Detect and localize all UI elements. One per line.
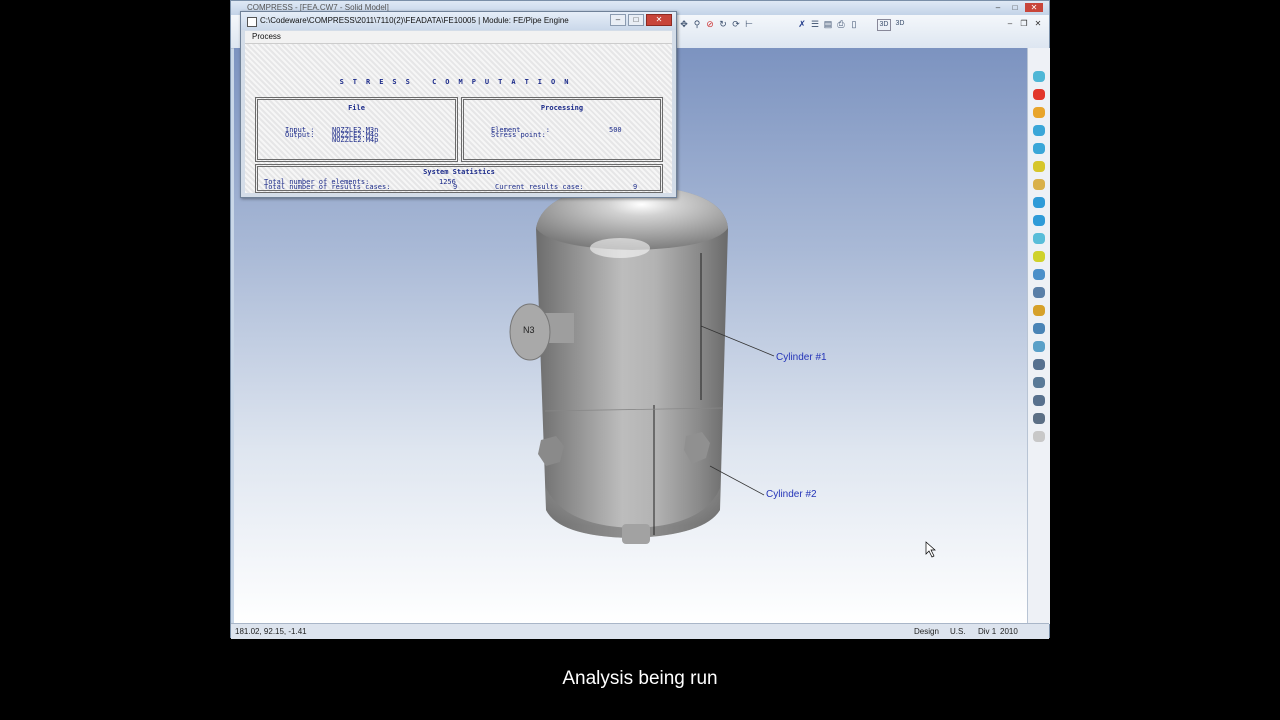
app-close-button[interactable]: ✕: [1025, 3, 1043, 12]
palette-component-icon[interactable]: [1033, 323, 1045, 334]
status-bar: 181.02, 92.15, -1.41 Design U.S. Div 1 2…: [231, 623, 1049, 639]
palette-component-icon[interactable]: [1033, 251, 1045, 262]
list-icon[interactable]: ☰: [810, 19, 820, 29]
callout-cylinder-1[interactable]: Cylinder #1: [776, 352, 827, 363]
palette-component-icon[interactable]: [1033, 413, 1045, 424]
palette-component-icon[interactable]: [1033, 107, 1045, 118]
app-window-controls: – □ ✕: [991, 3, 1043, 12]
element-value: 500: [609, 126, 622, 134]
palette-component-icon[interactable]: [1033, 377, 1045, 388]
current-case-value: 9: [633, 183, 638, 191]
dialog-heading: STRESS COMPUTATION: [339, 78, 578, 86]
file-panel: File Input : NOZZLE2.M3n Output: NOZZLE2…: [255, 97, 458, 162]
dialog-menu-bar: Process: [245, 31, 672, 44]
palette-component-icon[interactable]: [1033, 125, 1045, 136]
processing-panel: Processing Element : 500 Stress point:: [461, 97, 663, 162]
axis-icon[interactable]: ⊢: [744, 19, 754, 29]
mdi-restore-button[interactable]: ❐: [1019, 20, 1029, 28]
file-panel-header: File: [348, 104, 365, 112]
palette-component-icon[interactable]: [1033, 233, 1045, 244]
pan-icon[interactable]: ✥: [679, 19, 689, 29]
palette-component-icon[interactable]: [1033, 89, 1045, 100]
refresh-icon[interactable]: ⟳: [731, 19, 741, 29]
mdi-controls: – ❐ ✕: [1005, 20, 1043, 28]
dialog-maximize-button[interactable]: □: [628, 14, 644, 26]
toolbar-tools-group: ✗ ☰ ▤ ⎙ ▯: [797, 19, 859, 29]
palette-component-icon[interactable]: [1033, 305, 1045, 316]
3d-button[interactable]: 3D: [877, 19, 891, 31]
toolbar-view-group: ✥ ⚲ ⊘ ↻ ⟳ ⊢: [679, 19, 754, 29]
palette-component-icon[interactable]: [1033, 341, 1045, 352]
zoom-icon[interactable]: ⚲: [692, 19, 702, 29]
mouse-cursor: [925, 541, 936, 558]
dialog-body: STRESS COMPUTATION File Input : NOZZLE2.…: [245, 44, 672, 193]
print-icon[interactable]: ⎙: [836, 19, 846, 29]
current-case-label: Current results case:: [495, 183, 584, 191]
palette-component-icon[interactable]: [1033, 161, 1045, 172]
stress-computation-dialog: C:\Codeware\COMPRESS\2011\7110(2)\FEADAT…: [240, 11, 677, 198]
cylinder-icon[interactable]: ▯: [849, 19, 859, 29]
app-minimize-button[interactable]: –: [991, 3, 1005, 12]
palette-component-icon[interactable]: [1033, 431, 1045, 442]
table-icon[interactable]: ▤: [823, 19, 833, 29]
no-icon[interactable]: ⊘: [705, 19, 715, 29]
status-mode: Design: [914, 627, 939, 636]
dialog-window-controls: – □ ✕: [610, 14, 672, 26]
bottom-nozzle: [622, 524, 650, 544]
palette-component-icon[interactable]: [1033, 287, 1045, 298]
output-value-2: NOZZLE2.M4p: [332, 136, 379, 144]
palette-component-icon[interactable]: [1033, 71, 1045, 82]
palette-component-icon[interactable]: [1033, 143, 1045, 154]
mdi-minimize-button[interactable]: –: [1005, 20, 1015, 28]
status-units: U.S.: [950, 627, 966, 636]
dialog-app-icon[interactable]: [247, 17, 257, 27]
component-palette: [1027, 48, 1050, 624]
processing-panel-header: Processing: [540, 104, 584, 112]
3d-alt-button[interactable]: 3D: [894, 19, 906, 29]
total-cases-label: Total number of results cases:: [264, 183, 391, 191]
palette-component-icon[interactable]: [1033, 215, 1045, 226]
app-maximize-button[interactable]: □: [1008, 3, 1022, 12]
palette-component-icon[interactable]: [1033, 197, 1045, 208]
system-statistics-panel: System Statistics Total number of elemen…: [255, 164, 663, 193]
callout-cylinder-2[interactable]: Cylinder #2: [766, 489, 817, 500]
stress-point-label: Stress point:: [491, 131, 546, 139]
cursor-coordinates: 181.02, 92.15, -1.41: [235, 627, 307, 636]
output-label: Output:: [285, 131, 315, 139]
dialog-close-button[interactable]: ✕: [646, 14, 672, 26]
palette-component-icon[interactable]: [1033, 179, 1045, 190]
status-year: 2010: [1000, 627, 1018, 636]
palette-component-icon[interactable]: [1033, 269, 1045, 280]
menu-process[interactable]: Process: [252, 32, 281, 41]
nozzle-label-n3: N3: [523, 325, 535, 335]
dialog-minimize-button[interactable]: –: [610, 14, 626, 26]
rotate-icon[interactable]: ↻: [718, 19, 728, 29]
delete-icon[interactable]: ✗: [797, 19, 807, 29]
total-cases-value: 9: [453, 183, 458, 191]
video-caption: Analysis being run: [562, 668, 718, 689]
statistics-header: System Statistics: [423, 168, 495, 176]
mdi-close-button[interactable]: ✕: [1033, 20, 1043, 28]
palette-component-icon[interactable]: [1033, 359, 1045, 370]
toolbar-3d-group: 3D 3D: [877, 19, 906, 31]
status-division: Div 1: [978, 627, 997, 636]
palette-component-icon[interactable]: [1033, 395, 1045, 406]
